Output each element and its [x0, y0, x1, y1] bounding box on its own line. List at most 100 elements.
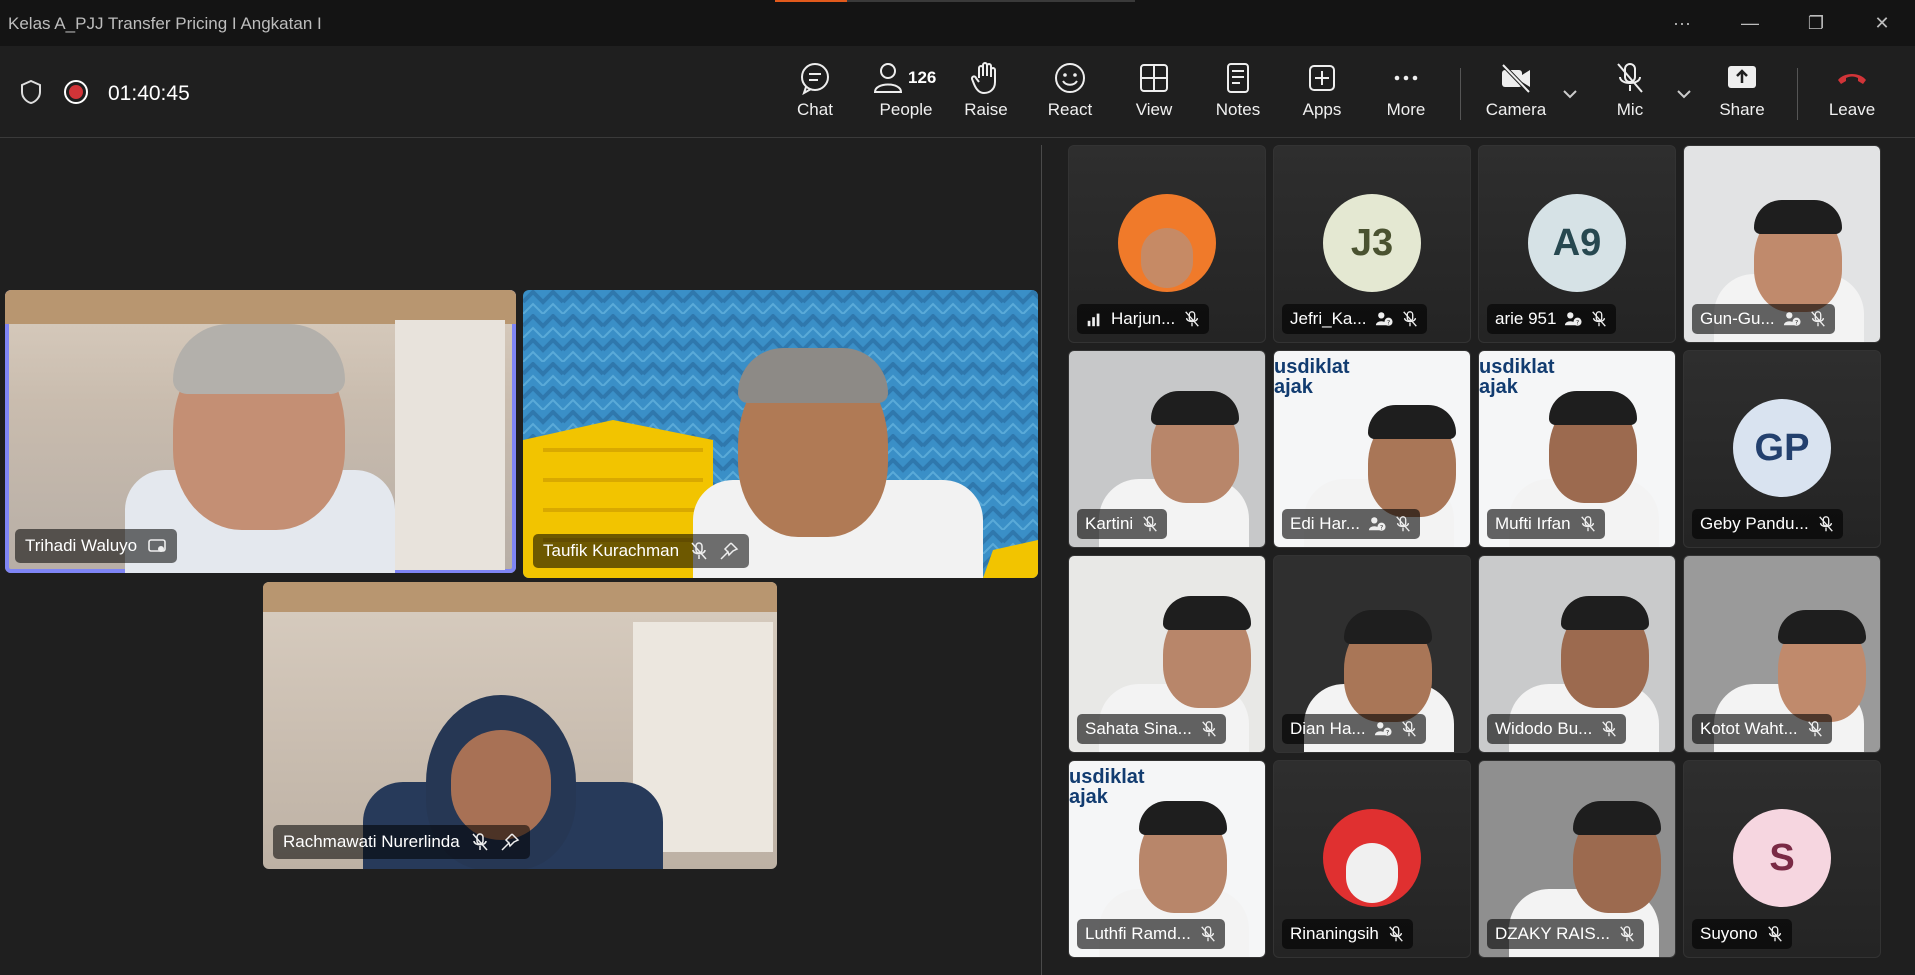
- gallery-participant-tile[interactable]: usdiklat ajak Mufti Irfan: [1478, 350, 1676, 548]
- share-button[interactable]: Share: [1702, 60, 1782, 132]
- gallery-participant-tile[interactable]: usdiklat ajak Luthfi Ramd...: [1068, 760, 1266, 958]
- participant-name-tag: Suyono: [1692, 919, 1792, 949]
- mic-off-icon: [472, 833, 488, 851]
- meeting-timer: 01:40:45: [108, 82, 190, 105]
- svg-text:?: ?: [1380, 524, 1383, 531]
- camera-off-icon: [1501, 63, 1531, 94]
- add-app-icon: [1309, 65, 1335, 91]
- participant-name-tag: Widodo Bu...: [1487, 714, 1627, 744]
- apps-button[interactable]: Apps: [1282, 60, 1362, 132]
- toolbar-divider: [1797, 68, 1798, 120]
- video-tile-stage[interactable]: Rachmawati Nurerlinda: [263, 582, 777, 869]
- chat-button[interactable]: Chat: [775, 60, 855, 132]
- gallery-participant-tile[interactable]: Widodo Bu...: [1478, 555, 1676, 753]
- participant-name: Harjun...: [1111, 309, 1176, 328]
- gallery-participant-tile[interactable]: Sahata Sina...: [1068, 555, 1266, 753]
- gallery-participant-tile[interactable]: J3 Jefri_Ka...?: [1273, 145, 1471, 343]
- initials-avatar: J3: [1323, 194, 1421, 292]
- participant-name-tag: Kartini: [1077, 509, 1168, 539]
- react-button[interactable]: React: [1030, 60, 1110, 132]
- mic-off-icon: [1807, 721, 1822, 737]
- guest-user-icon: ?: [1374, 722, 1392, 736]
- gallery-participant-tile[interactable]: usdiklat ajak Edi Har...?: [1273, 350, 1471, 548]
- participant-name-tag: Dian Ha...?: [1282, 714, 1426, 744]
- raise-label: Raise: [964, 100, 1008, 119]
- mic-off-icon: [1389, 926, 1403, 942]
- gallery-participant-tile[interactable]: GP Geby Pandu...: [1683, 350, 1881, 548]
- mic-off-icon: [1402, 311, 1417, 327]
- smiley-icon: [1055, 63, 1085, 93]
- participant-name: arie 951: [1495, 309, 1557, 328]
- participant-name-tag: Gun-Gu...?: [1692, 304, 1835, 334]
- initials-avatar: GP: [1733, 399, 1831, 497]
- camera-button[interactable]: Camera: [1476, 60, 1556, 132]
- person-hair: [1344, 610, 1432, 644]
- participant-name: Suyono: [1700, 924, 1758, 943]
- gallery-participant-tile[interactable]: Kotot Waht...: [1683, 555, 1881, 753]
- person-hair: [1139, 801, 1227, 835]
- participant-name: Kotot Waht...: [1700, 719, 1798, 738]
- notes-button[interactable]: Notes: [1198, 60, 1278, 132]
- pin-icon[interactable]: [500, 832, 520, 852]
- leave-button[interactable]: Leave: [1812, 60, 1892, 132]
- initials-avatar: A9: [1528, 194, 1626, 292]
- person-hair: [1561, 596, 1649, 630]
- mic-off-icon: [1767, 926, 1782, 942]
- view-label: View: [1135, 100, 1173, 119]
- more-options-icon[interactable]: ···: [1662, 8, 1702, 38]
- background-logo-text: usdiklat ajak: [1069, 766, 1145, 808]
- title-bar: Kelas A_PJJ Transfer Pricing I Angkatan …: [0, 0, 1915, 46]
- mic-button[interactable]: Mic: [1590, 60, 1670, 132]
- chat-label: Chat: [797, 100, 833, 119]
- people-button[interactable]: 126 People: [860, 60, 952, 132]
- more-button[interactable]: More: [1366, 60, 1446, 132]
- raise-hand-button[interactable]: Raise: [946, 60, 1026, 132]
- person-hair: [1778, 610, 1866, 644]
- signal-strength-icon: [1087, 313, 1100, 327]
- react-label: React: [1047, 100, 1093, 119]
- loading-bar: [775, 0, 1135, 2]
- participant-name: Luthfi Ramd...: [1085, 924, 1191, 943]
- person-face: [451, 730, 551, 840]
- people-label: People: [879, 100, 933, 119]
- view-button[interactable]: View: [1114, 60, 1194, 132]
- guest-user-icon: ?: [1565, 312, 1582, 326]
- toolbar-divider: [1460, 68, 1461, 120]
- window-decor: [395, 320, 505, 570]
- mic-off-icon: [1818, 516, 1833, 532]
- mic-options-chevron-down-icon[interactable]: [1672, 84, 1696, 104]
- gallery-participant-tile[interactable]: Rinaningsih: [1273, 760, 1471, 958]
- mic-off-icon: [1202, 721, 1216, 737]
- background-logo-text: usdiklat ajak: [1479, 356, 1555, 398]
- gallery-participant-tile[interactable]: Gun-Gu...?: [1683, 145, 1881, 343]
- person-hair: [1549, 391, 1637, 425]
- minimize-button[interactable]: —: [1730, 8, 1770, 38]
- participant-name: Rinaningsih: [1290, 924, 1379, 943]
- close-button[interactable]: ✕: [1862, 8, 1902, 38]
- participant-name: Kartini: [1085, 514, 1134, 533]
- restore-button[interactable]: ❐: [1796, 8, 1836, 38]
- participant-name-tag: Edi Har...?: [1282, 509, 1420, 539]
- people-icon: [873, 63, 903, 93]
- more-label: More: [1386, 100, 1426, 119]
- video-tile-stage[interactable]: Taufik Kurachman: [523, 290, 1038, 578]
- gallery-participant-tile[interactable]: S Suyono: [1683, 760, 1881, 958]
- video-tile-stage[interactable]: Trihadi Waluyo: [5, 290, 516, 573]
- screen-share-icon: [148, 539, 166, 552]
- person-hair: [1163, 596, 1251, 630]
- participant-name-tag: Mufti Irfan: [1487, 509, 1605, 539]
- leave-label: Leave: [1828, 100, 1876, 119]
- participant-name-tag: Geby Pandu...: [1692, 509, 1843, 539]
- person-hair: [738, 348, 888, 403]
- gallery-participant-tile[interactable]: Dian Ha...?: [1273, 555, 1471, 753]
- gallery-participant-tile[interactable]: Kartini: [1068, 350, 1266, 548]
- people-count: 126: [908, 68, 937, 87]
- gallery-participant-tile[interactable]: Harjun...: [1068, 145, 1266, 343]
- mic-off-icon: [1810, 311, 1825, 327]
- gallery-participant-tile[interactable]: A9 arie 951?: [1478, 145, 1676, 343]
- pin-icon[interactable]: [719, 541, 739, 561]
- gallery-participant-tile[interactable]: DZAKY RAIS...: [1478, 760, 1676, 958]
- participant-name: Dian Ha...: [1290, 719, 1366, 738]
- camera-options-chevron-down-icon[interactable]: [1558, 84, 1582, 104]
- shield-icon[interactable]: [20, 80, 42, 104]
